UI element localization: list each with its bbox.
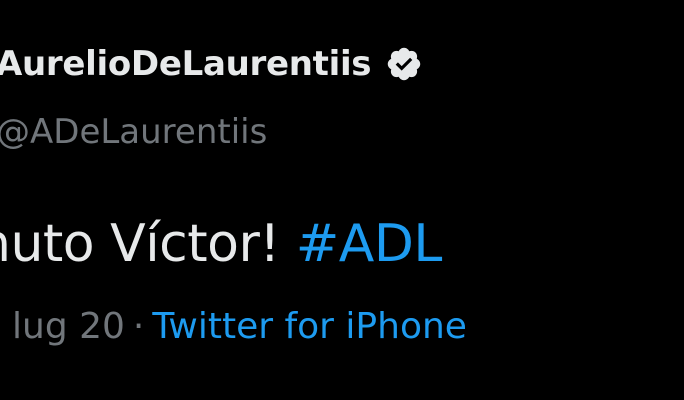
display-name[interactable]: AurelioDeLaurentiis — [0, 44, 372, 84]
tweet-source-link[interactable]: Twitter for iPhone — [152, 306, 467, 347]
hashtag-link[interactable]: #ADL — [296, 214, 443, 274]
tweet-meta: lug 20 · Twitter for iPhone — [12, 306, 467, 347]
tweet-text-body: nuto Víctor! — [0, 214, 296, 274]
tweet-text: nuto Víctor! #ADL — [0, 214, 442, 274]
author-row[interactable]: AurelioDeLaurentiis — [0, 44, 423, 84]
meta-separator: · — [132, 306, 145, 347]
author-handle[interactable]: @ADeLaurentiis — [0, 112, 267, 152]
tweet-date[interactable]: lug 20 — [12, 306, 125, 347]
verified-badge-icon — [385, 45, 423, 83]
tweet-card: AurelioDeLaurentiis @ADeLaurentiis nuto … — [0, 0, 684, 400]
